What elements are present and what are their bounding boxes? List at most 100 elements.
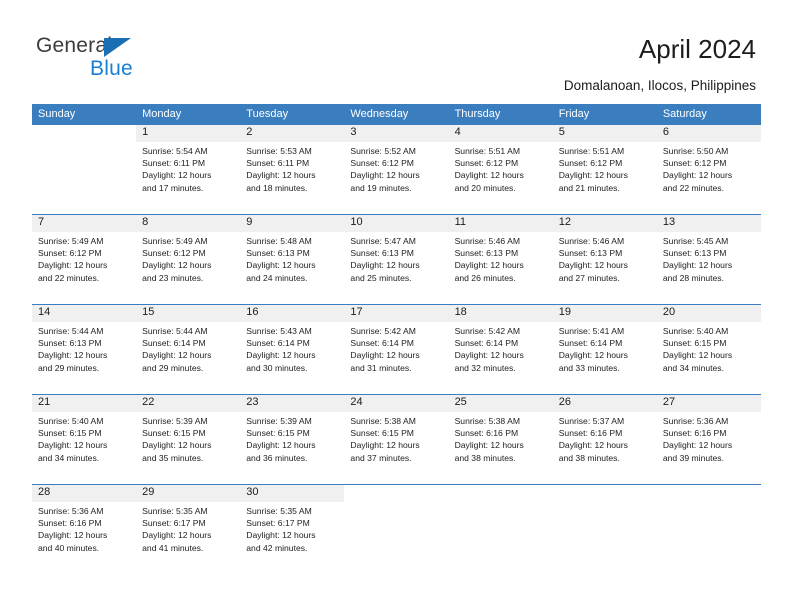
calendar-day-cell[interactable]: 13 Sunrise: 5:45 AM Sunset: 6:13 PM Dayligh… <box>657 215 761 304</box>
day-info-line: Sunrise: 5:41 AM <box>558 326 625 336</box>
calendar-day-cell[interactable]: 30 Sunrise: 5:35 AM Sunset: 6:17 PM Dayligh… <box>240 485 344 574</box>
day-info-line: and 36 minutes. <box>246 452 308 463</box>
calendar-day-cell[interactable]: 9 Sunrise: 5:48 AM Sunset: 6:13 PM Daylight… <box>240 215 344 304</box>
day-info-line: Daylight: 12 hours <box>38 530 108 541</box>
calendar-day-cell[interactable]: 10 Sunrise: 5:47 AM Sunset: 6:13 PM Dayligh… <box>344 215 448 304</box>
day-info-line: and 21 minutes. <box>558 182 620 193</box>
day-info-line: Daylight: 12 hours <box>350 350 420 361</box>
day-sun-info: Sunrise: 5:38 AM Sunset: 6:16 PM Daylight:… <box>449 412 553 464</box>
day-info-line: Daylight: 12 hours <box>454 170 524 181</box>
day-info-line: Sunset: 6:15 PM <box>662 338 727 349</box>
day-info-line: Daylight: 12 hours <box>38 350 108 361</box>
general-blue-logo[interactable]: General Blue <box>36 34 236 86</box>
day-info-line: Sunrise: 5:38 AM <box>454 416 521 426</box>
calendar-day-cell[interactable]: 20 Sunrise: 5:40 AM Sunset: 6:15 PM Dayligh… <box>657 305 761 394</box>
day-info-line: Daylight: 12 hours <box>350 170 420 181</box>
day-info-line: Sunset: 6:17 PM <box>246 518 310 529</box>
day-info-line: Daylight: 12 hours <box>454 350 524 361</box>
day-info-line: Sunrise: 5:43 AM <box>246 326 312 336</box>
day-info-line: Sunset: 6:12 PM <box>142 248 206 259</box>
day-sun-info: Sunrise: 5:52 AM Sunset: 6:12 PM Daylight:… <box>344 142 448 194</box>
calendar-day-cell[interactable]: 4 Sunrise: 5:51 AM Sunset: 6:12 PM Daylight… <box>449 125 553 214</box>
calendar-day-cell[interactable]: 23 Sunrise: 5:39 AM Sunset: 6:15 PM Dayligh… <box>240 395 344 484</box>
day-info-line: Sunrise: 5:49 AM <box>38 236 104 246</box>
day-number: 14 <box>38 306 51 318</box>
day-info-line: Sunset: 6:15 PM <box>246 428 310 439</box>
day-sun-info: Sunrise: 5:48 AM Sunset: 6:13 PM Daylight:… <box>240 232 344 284</box>
calendar-day-cell[interactable]: 2 Sunrise: 5:53 AM Sunset: 6:11 PM Daylight… <box>240 125 344 214</box>
calendar-day-cell[interactable]: 27 Sunrise: 5:36 AM Sunset: 6:16 PM Dayligh… <box>657 395 761 484</box>
day-number: 15 <box>142 306 155 318</box>
day-info-line: Sunrise: 5:35 AM <box>142 506 208 516</box>
day-info-line: and 20 minutes. <box>454 182 516 193</box>
calendar-day-cell[interactable]: 16 Sunrise: 5:43 AM Sunset: 6:14 PM Dayligh… <box>240 305 344 394</box>
day-sun-info: Sunrise: 5:45 AM Sunset: 6:13 PM Daylight:… <box>657 232 761 284</box>
day-info-line: Sunset: 6:11 PM <box>246 158 310 169</box>
day-info-line: Daylight: 12 hours <box>38 260 108 271</box>
day-sun-info: Sunrise: 5:53 AM Sunset: 6:11 PM Daylight:… <box>240 142 344 194</box>
day-number: 12 <box>558 216 571 228</box>
day-info-line: Daylight: 12 hours <box>246 170 316 181</box>
calendar-day-cell[interactable]: 22 Sunrise: 5:39 AM Sunset: 6:15 PM Dayligh… <box>136 395 240 484</box>
day-info-line: and 33 minutes. <box>558 362 620 373</box>
calendar-week-cells: 1 Sunrise: 5:54 AM Sunset: 6:11 PM Daylight… <box>32 125 761 214</box>
calendar-day-cell[interactable]: 17 Sunrise: 5:42 AM Sunset: 6:14 PM Dayligh… <box>344 305 448 394</box>
calendar-day-cell[interactable]: 19 Sunrise: 5:41 AM Sunset: 6:14 PM Dayligh… <box>553 305 657 394</box>
day-sun-info: Sunrise: 5:50 AM Sunset: 6:12 PM Daylight:… <box>657 142 761 194</box>
calendar-week-cells: 28 Sunrise: 5:36 AM Sunset: 6:16 PM Dayligh… <box>32 485 761 574</box>
day-info-line: Sunrise: 5:47 AM <box>350 236 416 246</box>
calendar-day-cell[interactable]: 1 Sunrise: 5:54 AM Sunset: 6:11 PM Daylight… <box>136 125 240 214</box>
day-info-line: and 34 minutes. <box>38 452 100 463</box>
day-number: 20 <box>662 306 676 318</box>
calendar-day-cell[interactable]: 25 Sunrise: 5:38 AM Sunset: 6:16 PM Dayligh… <box>449 395 553 484</box>
day-info-line: Daylight: 12 hours <box>662 440 733 451</box>
day-info-line: and 22 minutes. <box>662 182 724 193</box>
day-info-line: Daylight: 12 hours <box>246 260 316 271</box>
calendar-day-cell[interactable]: 6 Sunrise: 5:50 AM Sunset: 6:12 PM Daylight… <box>657 125 761 214</box>
calendar-page: General Blue April 2024 Domalanoan, Iloc… <box>0 0 792 612</box>
day-info-line: and 41 minutes. <box>142 542 204 553</box>
calendar-day-cell[interactable]: 21 Sunrise: 5:40 AM Sunset: 6:15 PM Dayligh… <box>32 395 136 484</box>
day-info-line: Sunrise: 5:53 AM <box>246 146 312 156</box>
calendar-day-cell[interactable]: 29 Sunrise: 5:35 AM Sunset: 6:17 PM Dayligh… <box>136 485 240 574</box>
day-info-line: and 32 minutes. <box>454 362 516 373</box>
calendar-day-cell[interactable]: 28 Sunrise: 5:36 AM Sunset: 6:16 PM Dayligh… <box>32 485 136 574</box>
weekday-header-wednesday: Wednesday <box>350 108 409 120</box>
day-sun-info: Sunrise: 5:39 AM Sunset: 6:15 PM Daylight:… <box>136 412 240 464</box>
calendar-day-cell[interactable]: 7 Sunrise: 5:49 AM Sunset: 6:12 PM Daylight… <box>32 215 136 304</box>
day-number: 24 <box>350 396 363 408</box>
calendar-day-cell[interactable]: 5 Sunrise: 5:51 AM Sunset: 6:12 PM Daylight… <box>553 125 657 214</box>
calendar-day-cell[interactable]: 3 Sunrise: 5:52 AM Sunset: 6:12 PM Daylight… <box>344 125 448 214</box>
day-info-line: Daylight: 12 hours <box>662 260 733 271</box>
day-info-line: Sunrise: 5:46 AM <box>558 236 625 246</box>
day-number: 9 <box>246 216 253 228</box>
day-info-line: and 31 minutes. <box>350 362 412 373</box>
calendar-day-cell[interactable]: 24 Sunrise: 5:38 AM Sunset: 6:15 PM Dayligh… <box>344 395 448 484</box>
day-info-line: Daylight: 12 hours <box>350 440 420 451</box>
day-info-line: Sunset: 6:14 PM <box>454 338 519 349</box>
day-info-line: Sunrise: 5:45 AM <box>662 236 729 246</box>
day-sun-info: Sunrise: 5:42 AM Sunset: 6:14 PM Daylight:… <box>344 322 448 374</box>
day-number: 18 <box>454 306 467 318</box>
day-info-line: Daylight: 12 hours <box>246 350 316 361</box>
day-info-line: Sunrise: 5:40 AM <box>38 416 104 426</box>
day-sun-info: Sunrise: 5:44 AM Sunset: 6:14 PM Daylight:… <box>136 322 240 374</box>
calendar-day-cell[interactable]: 14 Sunrise: 5:44 AM Sunset: 6:13 PM Dayligh… <box>32 305 136 394</box>
calendar-week-row: 28 Sunrise: 5:36 AM Sunset: 6:16 PM Dayligh… <box>32 484 761 574</box>
day-number: 4 <box>454 126 461 138</box>
day-info-line: and 18 minutes. <box>246 182 308 193</box>
day-sun-info: Sunrise: 5:36 AM Sunset: 6:16 PM Daylight:… <box>657 412 761 464</box>
page-header: General Blue April 2024 Domalanoan, Iloc… <box>0 0 792 104</box>
calendar-day-cell[interactable]: 11 Sunrise: 5:46 AM Sunset: 6:13 PM Dayligh… <box>449 215 553 304</box>
calendar-day-cell[interactable]: 26 Sunrise: 5:37 AM Sunset: 6:16 PM Dayligh… <box>553 395 657 484</box>
calendar-day-cell[interactable]: 12 Sunrise: 5:46 AM Sunset: 6:13 PM Dayligh… <box>553 215 657 304</box>
day-info-line: Daylight: 12 hours <box>558 440 628 451</box>
day-info-line: and 22 minutes. <box>38 272 100 283</box>
day-info-line: Sunrise: 5:51 AM <box>558 146 625 156</box>
day-info-line: Sunset: 6:13 PM <box>558 248 623 259</box>
calendar-day-cell[interactable]: 15 Sunrise: 5:44 AM Sunset: 6:14 PM Dayligh… <box>136 305 240 394</box>
day-info-line: Sunset: 6:14 PM <box>142 338 206 349</box>
calendar-week-row: 7 Sunrise: 5:49 AM Sunset: 6:12 PM Daylight… <box>32 214 761 304</box>
calendar-day-cell[interactable]: 8 Sunrise: 5:49 AM Sunset: 6:12 PM Daylight… <box>136 215 240 304</box>
calendar-day-cell[interactable]: 18 Sunrise: 5:42 AM Sunset: 6:14 PM Dayligh… <box>449 305 553 394</box>
